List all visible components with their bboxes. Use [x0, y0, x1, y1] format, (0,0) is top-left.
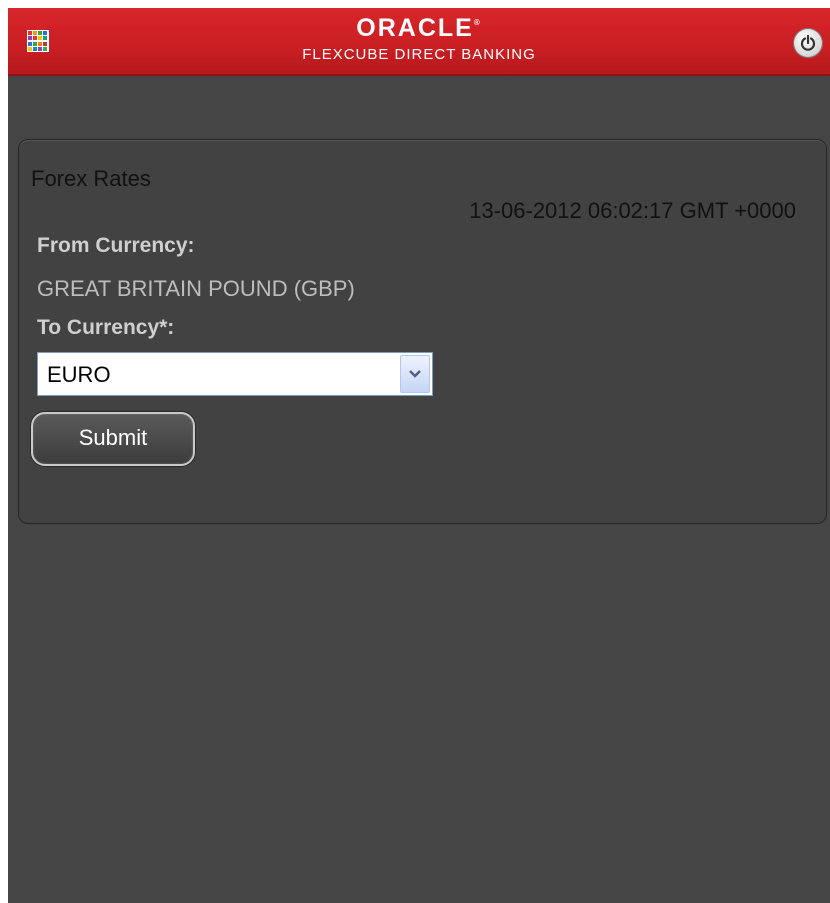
chevron-down-icon — [409, 370, 421, 378]
oracle-logo: ORACLE® — [356, 14, 482, 42]
app-header: ORACLE® FLEXCUBE DIRECT BANKING — [8, 8, 830, 76]
power-icon — [800, 35, 816, 51]
brand: ORACLE® FLEXCUBE DIRECT BANKING — [8, 8, 830, 63]
rate-timestamp: 13-06-2012 06:02:17 GMT +0000 — [469, 198, 796, 223]
page-title: Forex Rates — [31, 166, 151, 191]
forex-rates-panel: Forex Rates 13-06-2012 06:02:17 GMT +000… — [18, 139, 827, 524]
logout-button[interactable] — [794, 29, 822, 57]
from-currency-value: GREAT BRITAIN POUND (GBP) — [37, 276, 355, 301]
to-currency-label: To Currency*: — [37, 316, 175, 339]
submit-button[interactable]: Submit — [31, 412, 195, 466]
product-name: FLEXCUBE DIRECT BANKING — [302, 46, 536, 63]
dropdown-toggle[interactable] — [400, 355, 430, 393]
to-currency-select[interactable]: EURO — [37, 352, 433, 396]
app-frame: ORACLE® FLEXCUBE DIRECT BANKING Forex Ra… — [8, 8, 830, 903]
from-currency-label: From Currency: — [37, 234, 195, 257]
to-currency-selected-value: EURO — [47, 362, 111, 387]
